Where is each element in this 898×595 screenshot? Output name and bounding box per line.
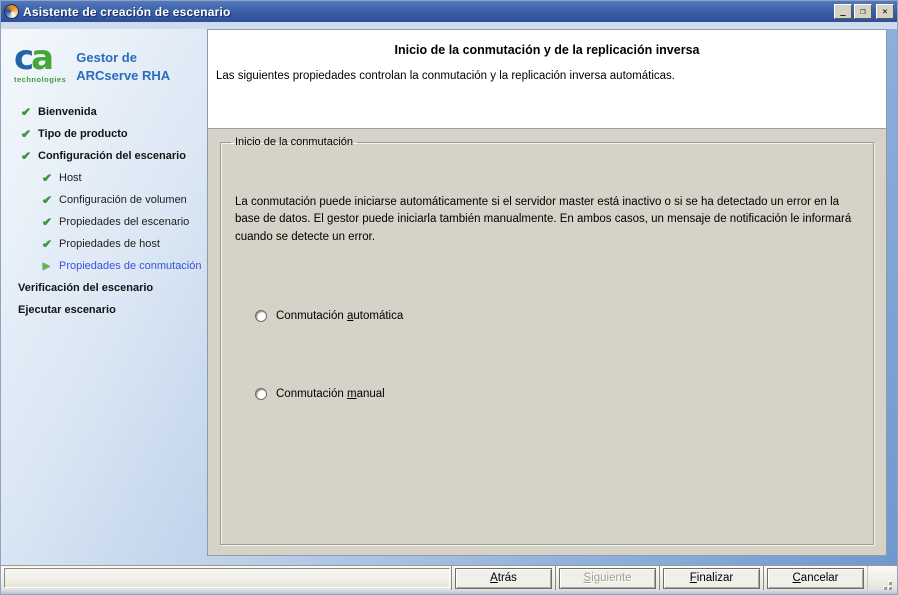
titlebar-gap (1, 22, 897, 29)
step-propiedades-del-escenario: ✔ Propiedades del escenario (1, 211, 207, 233)
grip-dots-icon (889, 582, 892, 585)
status-panel (4, 568, 450, 588)
maximize-button[interactable]: ❐ (854, 4, 872, 19)
check-icon: ✔ (39, 237, 54, 251)
step-propiedades-de-conmutacion: ▶ Propiedades de conmutación (1, 255, 207, 277)
wizard-body: ca technologies Gestor de ARCserve RHA ✔… (1, 29, 897, 565)
check-icon: ✔ (18, 149, 33, 163)
minimize-button[interactable]: _ (834, 4, 852, 19)
page-header: Inicio de la conmutación y de la replica… (208, 30, 886, 129)
switchover-description: La conmutación puede iniciarse automátic… (235, 194, 855, 246)
resize-grip[interactable] (867, 566, 897, 590)
wizard-steps: ✔ Bienvenida ✔ Tipo de producto ✔ Config… (1, 101, 207, 321)
step-verificacion-del-escenario: Verificación del escenario (1, 277, 207, 299)
step-label: Bienvenida (38, 106, 97, 118)
page-title: Inicio de la conmutación y de la replica… (216, 43, 878, 57)
content-panel: Inicio de la conmutación y de la replica… (207, 29, 887, 556)
next-button[interactable]: Siguiente (559, 568, 656, 589)
step-label: Verificación del escenario (18, 282, 153, 294)
window-bottom-edge (1, 590, 897, 594)
window-controls: _ ❐ ✕ (834, 4, 894, 19)
radio-label-automatic[interactable]: Conmutación automática (276, 310, 403, 322)
step-label: Host (59, 172, 82, 184)
radio-button-automatic[interactable] (255, 310, 267, 322)
step-label: Configuración del escenario (38, 150, 186, 162)
step-label: Propiedades del escenario (59, 216, 189, 228)
radio-row-manual-switchover[interactable]: Conmutación manual (255, 388, 865, 400)
step-label: Tipo de producto (38, 128, 128, 140)
radio-row-automatic-switchover[interactable]: Conmutación automática (255, 310, 865, 322)
step-label: Ejecutar escenario (18, 304, 116, 316)
switchover-groupbox: Inicio de la conmutación La conmutación … (220, 136, 874, 545)
step-bienvenida: ✔ Bienvenida (1, 101, 207, 123)
check-icon: ✔ (39, 215, 54, 229)
wizard-sidebar: ca technologies Gestor de ARCserve RHA ✔… (1, 29, 207, 565)
radio-button-manual[interactable] (255, 388, 267, 400)
wizard-window: Asistente de creación de escenario _ ❐ ✕… (0, 0, 898, 595)
product-line1: Gestor de (76, 49, 170, 67)
step-label: Propiedades de conmutación (59, 260, 201, 272)
back-button[interactable]: Atrás (455, 568, 552, 589)
check-icon: ✔ (39, 171, 54, 185)
radio-label-manual[interactable]: Conmutación manual (276, 388, 385, 400)
logo-letter-a: a (31, 38, 51, 78)
cancel-button[interactable]: Cancelar (767, 568, 864, 589)
title-bar: Asistente de creación de escenario _ ❐ ✕ (1, 1, 897, 22)
page-body: Inicio de la conmutación La conmutación … (208, 129, 886, 555)
step-label: Configuración de volumen (59, 194, 187, 206)
page-subtitle: Las siguientes propiedades controlan la … (216, 70, 878, 82)
finish-button[interactable]: Finalizar (663, 568, 760, 589)
groupbox-title: Inicio de la conmutación (231, 136, 357, 148)
step-configuracion-del-escenario: ✔ Configuración del escenario (1, 145, 207, 167)
brand-area: ca technologies Gestor de ARCserve RHA (1, 41, 207, 84)
check-icon: ✔ (39, 193, 54, 207)
step-propiedades-de-host: ✔ Propiedades de host (1, 233, 207, 255)
window-title: Asistente de creación de escenario (23, 5, 830, 19)
product-name: Gestor de ARCserve RHA (76, 49, 170, 84)
app-icon (4, 4, 19, 19)
step-configuracion-de-volumen: ✔ Configuración de volumen (1, 189, 207, 211)
step-ejecutar-escenario: Ejecutar escenario (1, 299, 207, 321)
current-step-arrow-icon: ▶ (39, 261, 54, 272)
logo-technologies-text: technologies (14, 76, 66, 84)
ca-logo: ca technologies (14, 41, 66, 84)
product-line2: ARCserve RHA (76, 67, 170, 85)
step-host: ✔ Host (1, 167, 207, 189)
logo-letter-c: c (14, 38, 31, 78)
step-label: Propiedades de host (59, 238, 160, 250)
check-icon: ✔ (18, 127, 33, 141)
check-icon: ✔ (18, 105, 33, 119)
close-button[interactable]: ✕ (876, 4, 894, 19)
step-tipo-de-producto: ✔ Tipo de producto (1, 123, 207, 145)
button-bar: Atrás Siguiente Finalizar Cancelar (1, 565, 897, 590)
